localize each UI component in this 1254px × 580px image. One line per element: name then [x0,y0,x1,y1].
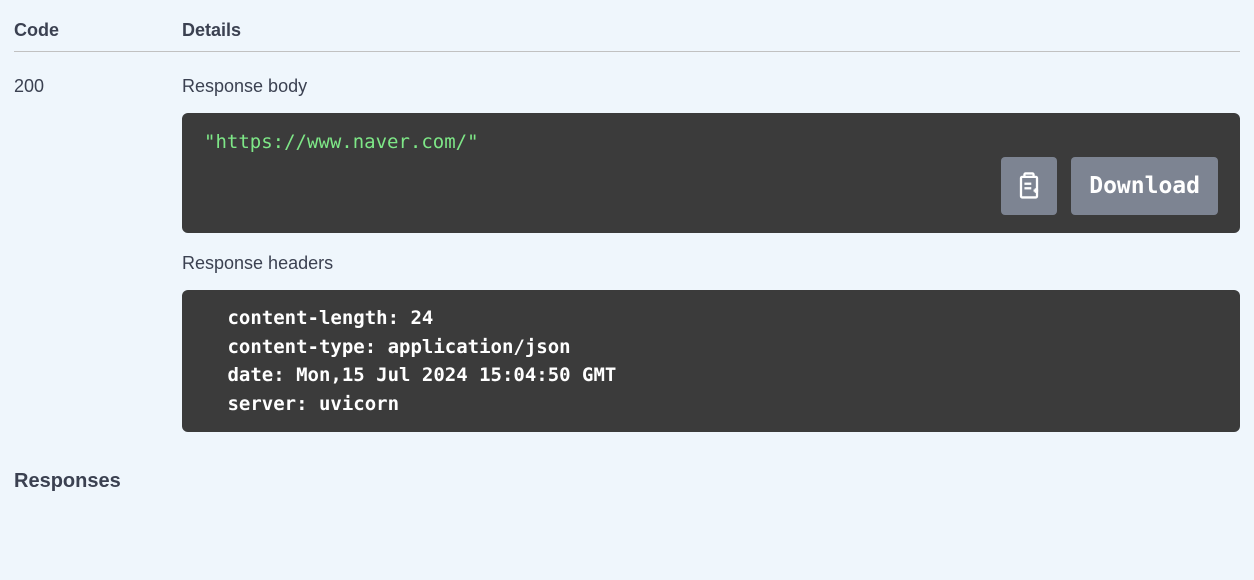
response-table-header: Code Details [14,10,1240,52]
response-headers-label: Response headers [182,253,1240,274]
copy-button[interactable] [1001,157,1057,215]
response-body-actions: Download [1001,157,1218,215]
response-headers-block: content-length: 24 content-type: applica… [182,290,1240,432]
download-button[interactable]: Download [1071,157,1218,215]
code-column-header: Code [14,20,59,40]
response-body-content: "https://www.naver.com/" [204,131,479,153]
status-code: 200 [14,76,44,96]
clipboard-icon [1015,170,1043,202]
response-body-label: Response body [182,76,1240,97]
response-body-block: "https://www.naver.com/" Download [182,113,1240,233]
details-column-header: Details [182,20,241,40]
responses-section-heading: Responses [14,470,1240,493]
response-row: 200 Response body "https://www.naver.com… [14,52,1240,452]
response-headers-content: content-length: 24 content-type: applica… [216,304,1206,418]
